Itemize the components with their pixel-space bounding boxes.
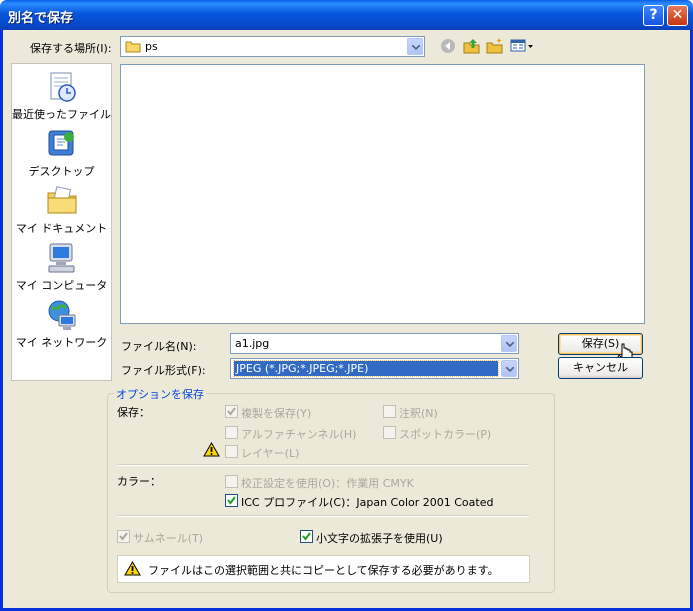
filetype-select[interactable]: JPEG (*.JPG;*.JPEG;*.JPE) (230, 358, 519, 379)
place-my-network[interactable]: マイ ネットワーク (12, 298, 111, 350)
checkmark-icon (227, 496, 236, 505)
filetype-value: JPEG (*.JPG;*.JPEG;*.JPE) (236, 362, 369, 375)
duplicate-checkbox[interactable] (225, 405, 238, 418)
layers-checkbox[interactable] (225, 445, 238, 458)
title-bar[interactable]: 別名で保存 ? ✕ (0, 0, 693, 30)
filetype-label: ファイル形式(F): (121, 364, 206, 377)
layers-label: レイヤー(L) (241, 447, 300, 460)
alpha-channels-checkbox[interactable] (225, 426, 238, 439)
chevron-down-icon (412, 45, 420, 50)
color-label: カラー： (117, 475, 161, 488)
filename-value: a1.jpg (235, 337, 270, 350)
place-desktop-label: デスクトップ (28, 165, 95, 178)
checkmark-icon (119, 532, 128, 541)
filename-dropdown-button[interactable] (501, 335, 517, 352)
close-button[interactable]: ✕ (667, 5, 688, 26)
chevron-down-icon (506, 367, 514, 372)
view-menu-icon[interactable] (510, 38, 534, 57)
checkmark-icon (302, 532, 311, 541)
divider (117, 515, 529, 517)
spot-colors-checkbox[interactable] (383, 426, 396, 439)
thumbnail-checkbox[interactable] (117, 530, 130, 543)
proof-setup-label: 校正設定を使用(O)：作業用 CMYK (241, 477, 414, 490)
cancel-button[interactable]: キャンセル (558, 357, 643, 379)
new-folder-icon[interactable] (486, 38, 503, 57)
thumbnail-label: サムネール(T) (133, 532, 204, 545)
help-button[interactable]: ? (643, 5, 664, 26)
checkmark-icon (227, 407, 236, 416)
folder-icon (125, 40, 141, 56)
copy-warning-box: ファイルはこの選択範囲と共にコピーとして保存する必要があります。 (117, 555, 530, 583)
place-my-documents[interactable]: マイ ドキュメント (12, 184, 111, 236)
place-recent-files[interactable]: 最近使ったファイル (12, 70, 111, 122)
location-dropdown-button[interactable] (407, 38, 423, 55)
my-network-icon (45, 298, 79, 332)
desktop-icon (45, 127, 79, 161)
location-combo[interactable]: ps (120, 36, 425, 57)
filetype-dropdown-button[interactable] (501, 360, 517, 377)
chevron-down-icon (506, 342, 514, 347)
spot-colors-label: スポットカラー(P) (399, 428, 492, 441)
location-label: 保存する場所(I): (30, 42, 112, 55)
my-documents-icon (45, 184, 79, 218)
notes-label: 注釈(N) (399, 407, 438, 420)
file-list[interactable] (120, 64, 645, 324)
lowercase-extension-checkbox[interactable] (300, 530, 313, 543)
place-desktop[interactable]: デスクトップ (12, 127, 111, 179)
copy-warning-text: ファイルはこの選択範囲と共にコピーとして保存する必要があります。 (148, 564, 499, 577)
place-recent-files-label: 最近使ったファイル (12, 108, 111, 121)
up-folder-icon[interactable] (463, 38, 480, 57)
window-title: 別名で保存 (8, 11, 74, 26)
divider (117, 464, 529, 466)
place-my-network-label: マイ ネットワーク (15, 336, 108, 349)
duplicate-label: 複製を保存(Y) (241, 407, 312, 420)
icc-profile-label: ICC プロファイル(C)：Japan Color 2001 Coated (241, 496, 494, 509)
my-computer-icon (45, 241, 79, 275)
places-bar: 最近使ったファイル デスクトップ マイ ドキュメント マイ コンピュータ マイ … (11, 63, 112, 381)
back-icon[interactable] (440, 38, 456, 57)
warning-icon (203, 441, 220, 460)
warning-icon (124, 560, 141, 579)
place-my-computer[interactable]: マイ コンピュータ (12, 241, 111, 293)
alpha-channels-label: アルファチャンネル(H) (241, 428, 357, 441)
filename-input[interactable]: a1.jpg (230, 333, 519, 354)
place-my-computer-label: マイ コンピュータ (15, 279, 108, 292)
save-label: 保存： (117, 406, 150, 419)
proof-setup-checkbox[interactable] (225, 475, 238, 488)
lowercase-extension-label: 小文字の拡張子を使用(U) (316, 532, 443, 545)
save-options-title: オプションを保存 (114, 386, 206, 402)
filename-label: ファイル名(N): (121, 340, 197, 353)
icc-profile-checkbox[interactable] (225, 494, 238, 507)
recent-files-icon (45, 70, 79, 104)
place-my-documents-label: マイ ドキュメント (15, 222, 108, 235)
notes-checkbox[interactable] (383, 405, 396, 418)
location-value: ps (145, 40, 158, 53)
